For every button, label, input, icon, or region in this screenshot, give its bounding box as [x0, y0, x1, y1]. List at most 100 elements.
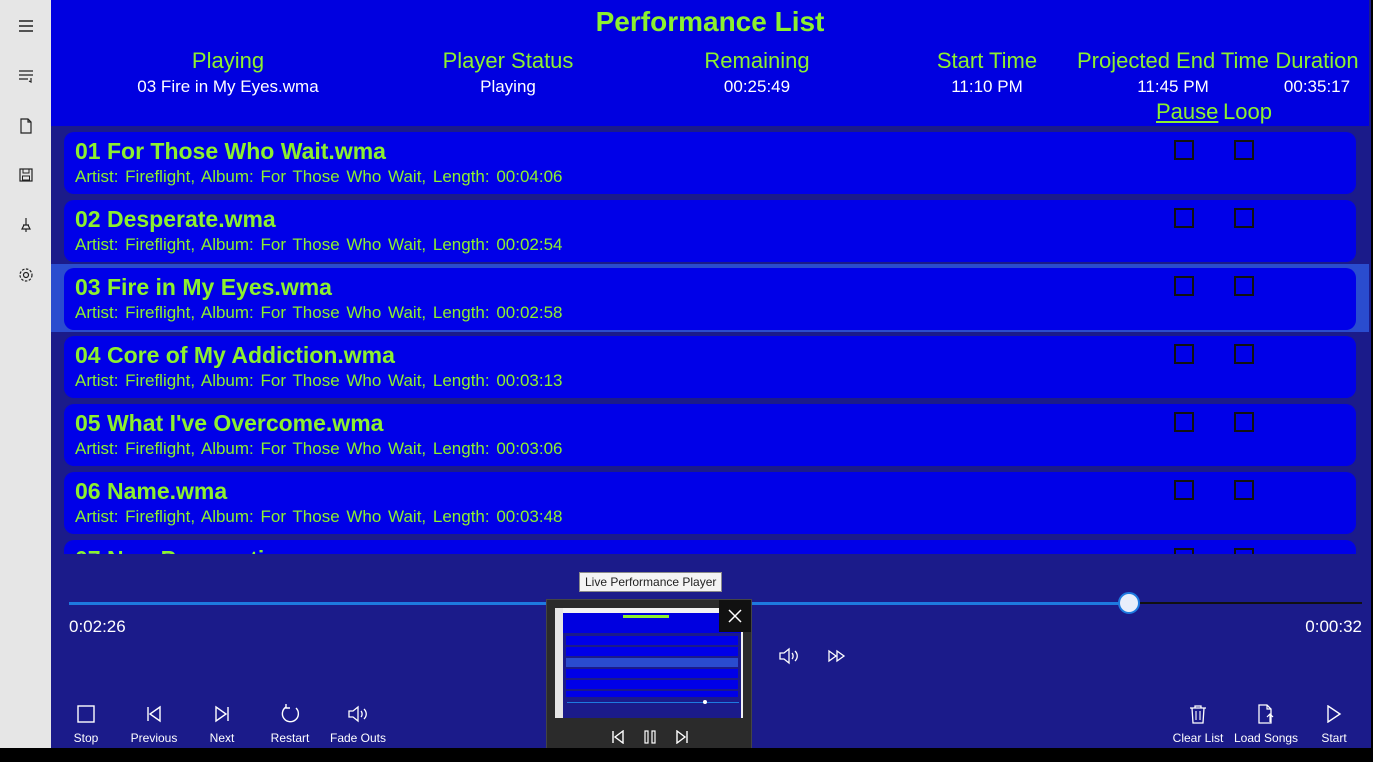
song-title: 04 Core of My Addiction.wma — [75, 342, 395, 368]
pause-checkbox[interactable] — [1174, 276, 1194, 296]
start-time-label: Start Time — [936, 48, 1038, 73]
next-button[interactable]: Next — [190, 700, 254, 745]
start-button[interactable]: Start — [1302, 700, 1366, 745]
restart-button[interactable]: Restart — [258, 700, 322, 745]
pause-icon[interactable] — [641, 728, 659, 746]
song-row[interactable]: 06 Name.wma Artist: Fireflight, Album: F… — [51, 468, 1369, 536]
header: Performance List Playing 03 Fire in My E… — [51, 0, 1369, 126]
pause-checkbox[interactable] — [1174, 344, 1194, 364]
elapsed-time: 0:02:26 — [69, 617, 126, 636]
restart-icon — [258, 700, 322, 728]
duration-value: 00:35:17 — [1283, 77, 1351, 96]
previous-icon — [122, 700, 186, 728]
stop-label: Stop — [73, 731, 99, 745]
load-songs-button[interactable]: Load Songs — [1234, 700, 1298, 745]
loop-checkbox[interactable] — [1234, 276, 1254, 296]
pause-checkbox[interactable] — [1174, 140, 1194, 160]
duration-label: Duration — [1275, 48, 1359, 73]
fade-outs-button[interactable]: Fade Outs — [326, 700, 390, 745]
playing-column: Playing 03 Fire in My Eyes.wma — [119, 48, 337, 97]
clear-list-button[interactable]: Clear List — [1166, 700, 1230, 745]
song-row[interactable]: 02 Desperate.wma Artist: Fireflight, Alb… — [51, 196, 1369, 264]
trash-icon — [1166, 700, 1230, 728]
next-icon — [190, 700, 254, 728]
pause-column-header[interactable]: Pause — [1156, 99, 1218, 125]
end-time-column: Projected End Time 11:45 PM — [1073, 48, 1273, 97]
song-meta: Artist: Fireflight, Album: For Those Who… — [75, 439, 563, 458]
song-list[interactable]: 01 For Those Who Wait.wma Artist: Firefl… — [51, 128, 1369, 554]
fast-forward-icon[interactable] — [825, 645, 849, 667]
song-title: 06 Name.wma — [75, 478, 228, 504]
stop-icon — [54, 700, 118, 728]
loop-checkbox[interactable] — [1234, 208, 1254, 228]
song-meta: Artist: Fireflight, Album: For Those Who… — [75, 371, 563, 390]
song-card[interactable]: 05 What I've Overcome.wma Artist: Firefl… — [64, 404, 1356, 466]
loop-checkbox[interactable] — [1234, 480, 1254, 500]
taskbar-tooltip: Live Performance Player — [579, 572, 723, 592]
playing-value: 03 Fire in My Eyes.wma — [137, 77, 319, 96]
clear-list-label: Clear List — [1172, 731, 1224, 745]
start-time-value: 11:10 PM — [951, 77, 1023, 96]
pause-checkbox[interactable] — [1174, 412, 1194, 432]
playing-label: Playing — [191, 48, 265, 73]
loop-column-header: Loop — [1223, 99, 1272, 124]
loop-checkbox[interactable] — [1234, 412, 1254, 432]
song-row[interactable]: 07 New Perspective — [51, 536, 1369, 554]
status-label: Player Status — [442, 48, 574, 73]
song-row[interactable]: 05 What I've Overcome.wma Artist: Firefl… — [51, 400, 1369, 468]
taskbar-preview[interactable] — [546, 599, 752, 762]
next-track-icon[interactable] — [673, 728, 691, 746]
window-thumbnail[interactable] — [555, 608, 743, 718]
song-card[interactable]: 02 Desperate.wma Artist: Fireflight, Alb… — [64, 200, 1356, 262]
previous-track-icon[interactable] — [609, 728, 627, 746]
song-card[interactable]: 01 For Those Who Wait.wma Artist: Firefl… — [64, 132, 1356, 194]
pause-checkbox[interactable] — [1174, 548, 1194, 554]
pause-checkbox[interactable] — [1174, 208, 1194, 228]
document-icon[interactable] — [13, 113, 39, 139]
song-row-selected[interactable]: 03 Fire in My Eyes.wma Artist: Firefligh… — [51, 264, 1369, 332]
song-card[interactable]: 04 Core of My Addiction.wma Artist: Fire… — [64, 336, 1356, 398]
song-meta: Artist: Fireflight, Album: For Those Who… — [75, 303, 563, 322]
status-column: Player Status Playing — [423, 48, 593, 97]
volume-icon[interactable] — [777, 645, 801, 667]
remaining-label: Remaining — [704, 48, 810, 73]
remaining-column: Remaining 00:25:49 — [687, 48, 827, 97]
song-card[interactable]: 07 New Perspective — [64, 540, 1356, 554]
previous-label: Previous — [130, 731, 178, 745]
playlist-icon[interactable] — [13, 63, 39, 89]
song-card[interactable]: 06 Name.wma Artist: Fireflight, Album: F… — [64, 472, 1356, 534]
song-row[interactable]: 04 Core of My Addiction.wma Artist: Fire… — [51, 332, 1369, 400]
loop-checkbox[interactable] — [1234, 344, 1254, 364]
loop-checkbox[interactable] — [1234, 548, 1254, 554]
song-title: 01 For Those Who Wait.wma — [75, 138, 386, 164]
song-meta: Artist: Fireflight, Album: For Those Who… — [75, 167, 563, 186]
status-value: Playing — [480, 77, 536, 96]
pin-icon[interactable] — [13, 212, 39, 238]
taskbar-strip — [0, 748, 1373, 762]
song-row[interactable]: 01 For Those Who Wait.wma Artist: Firefl… — [51, 128, 1369, 196]
restart-label: Restart — [270, 731, 310, 745]
song-card[interactable]: 03 Fire in My Eyes.wma Artist: Firefligh… — [64, 268, 1356, 330]
load-songs-label: Load Songs — [1234, 731, 1299, 745]
song-meta: Artist: Fireflight, Album: For Those Who… — [75, 235, 563, 254]
hamburger-menu-icon[interactable] — [13, 13, 39, 39]
page-title: Performance List — [595, 6, 825, 37]
save-icon[interactable] — [13, 162, 39, 188]
song-title: 05 What I've Overcome.wma — [75, 410, 384, 436]
remaining-time: 0:00:32 — [1305, 617, 1362, 636]
previous-button[interactable]: Previous — [122, 700, 186, 745]
close-icon[interactable] — [719, 600, 751, 632]
gear-icon[interactable] — [13, 262, 39, 288]
song-title: 03 Fire in My Eyes.wma — [75, 274, 332, 300]
play-icon — [1302, 700, 1366, 728]
loop-checkbox[interactable] — [1234, 140, 1254, 160]
start-time-column: Start Time 11:10 PM — [923, 48, 1051, 97]
sidebar — [0, 0, 51, 748]
fade-outs-label: Fade Outs — [329, 731, 387, 745]
pause-checkbox[interactable] — [1174, 480, 1194, 500]
fade-outs-icon — [326, 700, 390, 728]
end-time-label: Projected End Time — [1077, 48, 1269, 73]
duration-column: Duration 00:35:17 — [1271, 48, 1363, 97]
remaining-value: 00:25:49 — [723, 77, 791, 96]
stop-button[interactable]: Stop — [54, 700, 118, 745]
